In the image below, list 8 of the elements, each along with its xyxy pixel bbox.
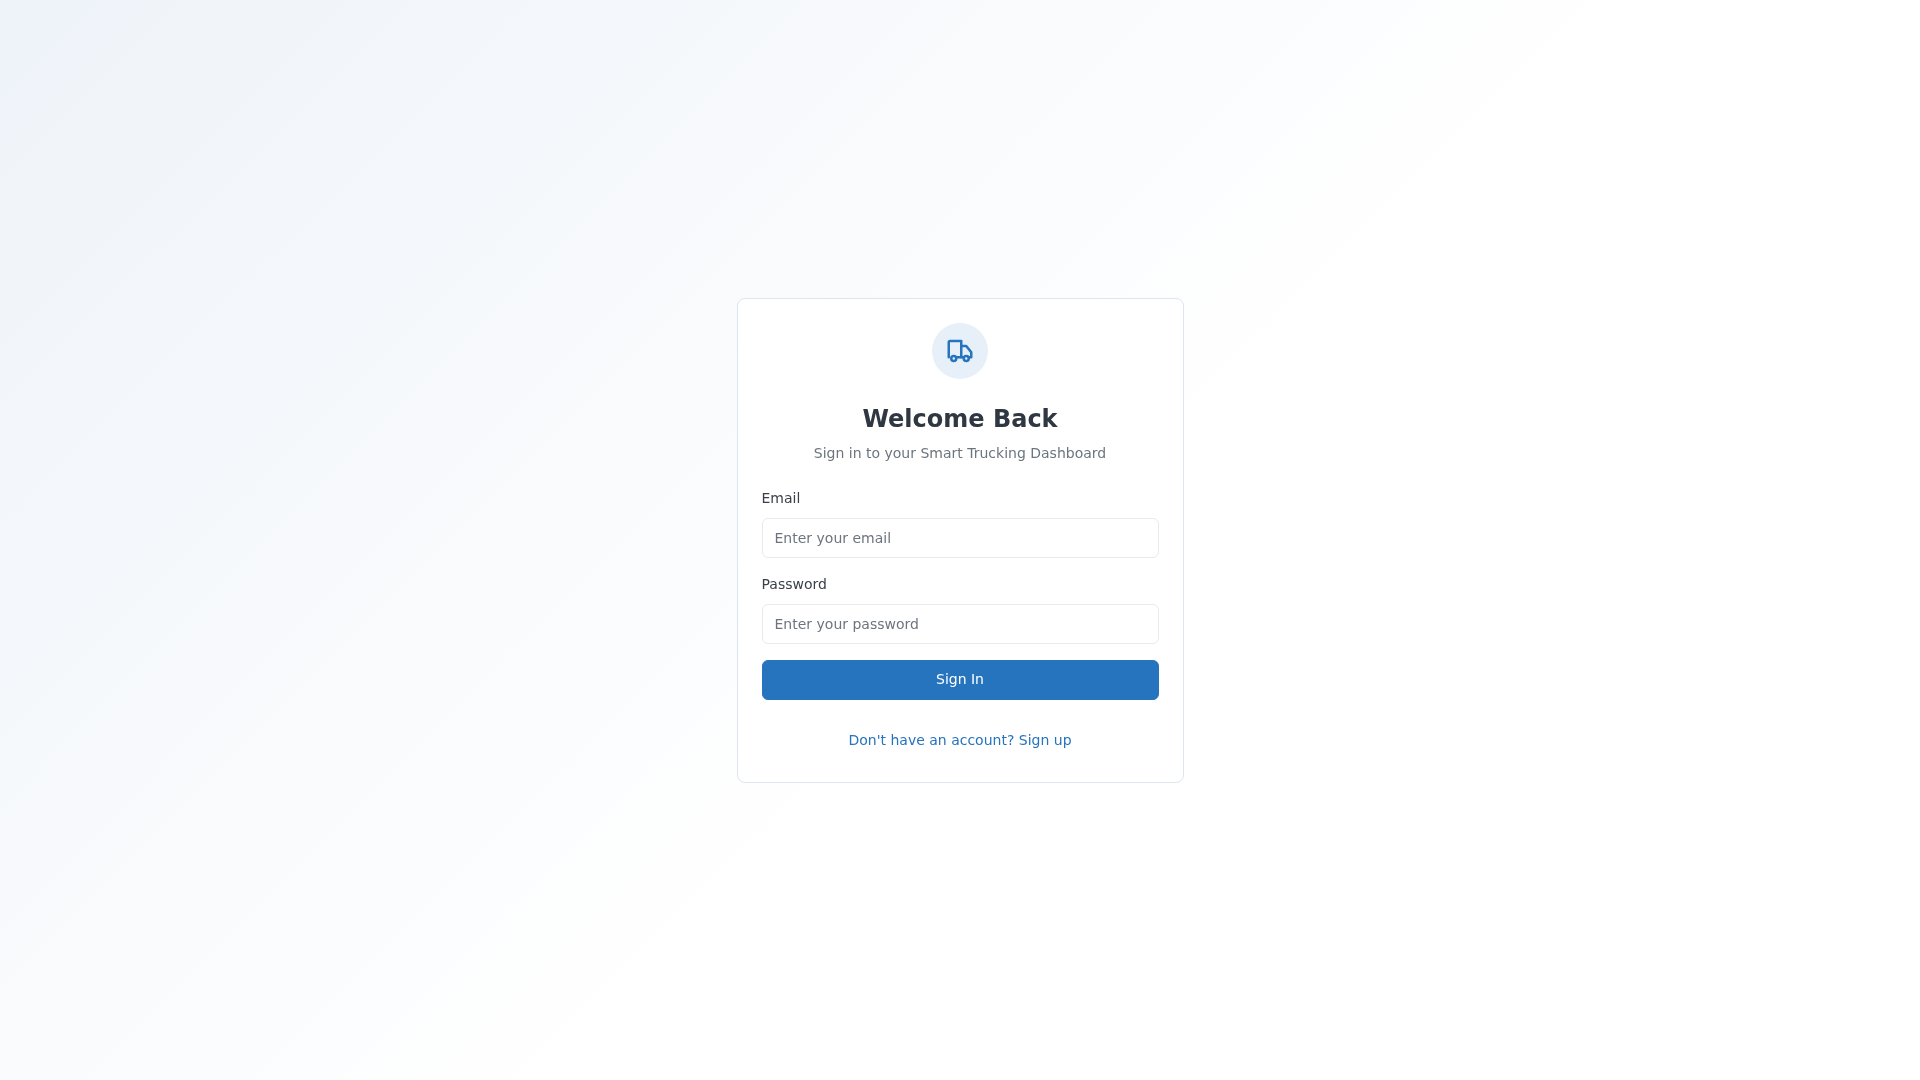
sign-up-link[interactable]: Don't have an account? Sign up <box>848 731 1072 748</box>
field-label: Email <box>761 488 802 508</box>
subtitle: Sign in to your Smart Trucking Dashboard <box>813 443 1107 463</box>
field-label: Password <box>761 574 828 594</box>
sign-in-button[interactable]: Sign In <box>761 659 1159 700</box>
input-field[interactable]: Enter your email <box>761 517 1159 558</box>
input-field[interactable]: Enter your password <box>761 603 1159 644</box>
page-title: Welcome Back <box>862 403 1058 435</box>
